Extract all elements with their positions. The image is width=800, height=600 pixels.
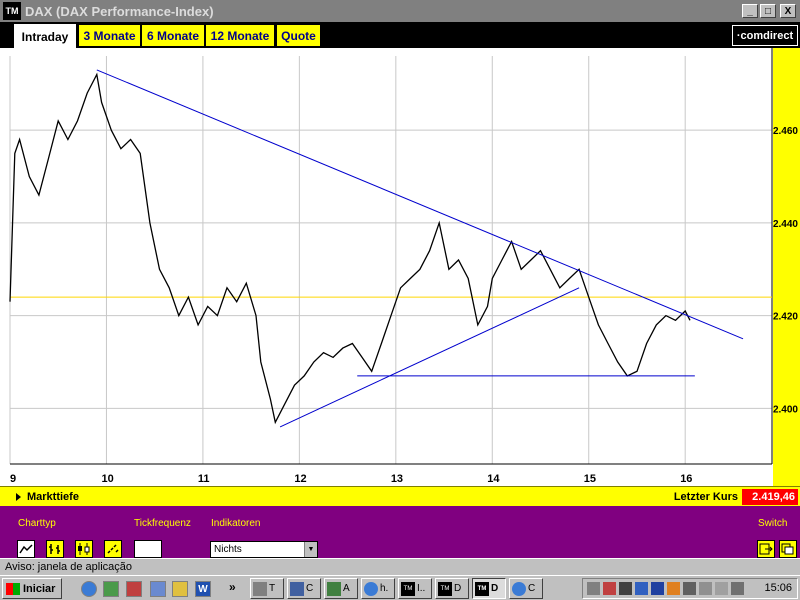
tray-app-icon-3[interactable]	[667, 582, 680, 595]
ohlc-chart-button[interactable]	[46, 540, 64, 558]
x-tick-label: 16	[680, 473, 692, 485]
explorer-icon[interactable]	[150, 581, 166, 597]
ie-icon	[512, 581, 526, 596]
x-tick-label: 9	[10, 473, 16, 485]
tab-bar: Intraday 3 Monate 6 Monate 12 Monate Quo…	[0, 22, 800, 48]
app-icon	[290, 581, 304, 596]
price-line	[9, 72, 691, 425]
outlook-icon[interactable]	[126, 581, 142, 597]
y-tick-label: 2.440	[773, 219, 798, 230]
task-button-1[interactable]: T	[250, 578, 284, 599]
x-tick-label: 15	[584, 473, 596, 485]
y-tick-label: 2.460	[773, 126, 798, 137]
expand-arrow-icon[interactable]	[16, 492, 21, 501]
y-tick-label: 2.420	[773, 312, 798, 323]
chevron-down-icon[interactable]: ▼	[304, 542, 317, 557]
word-icon[interactable]: W	[195, 581, 211, 597]
tickfrequenz-label: Tickfrequenz	[134, 518, 191, 529]
antivirus-icon[interactable]	[603, 582, 616, 595]
start-button[interactable]: Iniciar	[2, 578, 62, 599]
app-logo-icon: TM	[3, 2, 21, 20]
x-tick-label: 11	[198, 473, 210, 485]
tray-app-icon-5[interactable]	[731, 582, 744, 595]
maximize-button[interactable]: □	[760, 4, 776, 18]
switch-button-1[interactable]	[757, 540, 775, 558]
folder-icon[interactable]	[172, 581, 188, 597]
task-button-7[interactable]: TM D	[472, 578, 506, 599]
taskbar: Iniciar W » T C A h. TM I.. TM D TM D C 15:…	[0, 575, 800, 600]
task-button-3[interactable]: A	[324, 578, 358, 599]
task-button-4[interactable]: h.	[361, 578, 395, 599]
y-axis-strip	[773, 48, 800, 486]
tm-icon: TM	[475, 581, 489, 596]
ie-icon	[364, 581, 378, 596]
comdirect-logo: ·comdirect	[732, 25, 798, 46]
tab-12-monate[interactable]: 12 Monate	[206, 25, 274, 46]
tab-intraday[interactable]: Intraday	[14, 24, 76, 48]
intraday-chart: 9 10 11 12 13 14 15 16 2.400 2.420 2.440 2.460	[0, 48, 800, 486]
indikatoren-label: Indikatoren	[211, 518, 261, 529]
tray-app-icon-2[interactable]	[635, 582, 648, 595]
tool-icon	[253, 581, 267, 596]
tm-icon: TM	[401, 581, 415, 596]
x-axis-strip	[0, 466, 773, 486]
task-button-2[interactable]: C	[287, 578, 321, 599]
charttyp-label: Charttyp	[18, 518, 56, 529]
indikatoren-value: Nichts	[214, 544, 242, 555]
candlestick-chart-button[interactable]	[75, 540, 93, 558]
x-tick-label: 10	[101, 473, 113, 485]
close-button[interactable]: X	[780, 4, 796, 18]
tray-app-icon[interactable]	[619, 582, 632, 595]
app-icon	[327, 581, 341, 596]
windows-logo-icon	[6, 582, 20, 595]
window-title: DAX (DAX Performance-Index)	[25, 3, 214, 19]
task-button-5[interactable]: TM I..	[398, 578, 432, 599]
control-panel: Charttyp Tickfrequenz Indikatoren Nichts…	[0, 506, 800, 558]
x-tick-label: 14	[487, 473, 500, 485]
tickfrequenz-input[interactable]	[134, 540, 162, 558]
desktop-icon[interactable]	[103, 581, 119, 597]
letzter-kurs-label: Letzter Kurs	[673, 490, 738, 503]
switch-button-2[interactable]	[779, 540, 797, 558]
line-chart-button[interactable]	[17, 540, 35, 558]
info-bar: Markttiefe Letzter Kurs 2.419,46	[0, 486, 800, 506]
ie-icon[interactable]	[81, 581, 97, 597]
trendline	[279, 287, 580, 428]
network-icon[interactable]	[587, 582, 600, 595]
switch-label: Switch	[758, 518, 788, 529]
indikatoren-select[interactable]: Nichts ▼	[210, 541, 318, 558]
printer-icon[interactable]	[683, 582, 696, 595]
chart-svg: 9 10 11 12 13 14 15 16 2.400 2.420 2.440 2.460	[0, 48, 800, 486]
status-bar: Aviso: janela de aplicação	[0, 558, 800, 575]
tab-3-monate[interactable]: 3 Monate	[79, 25, 140, 46]
system-tray: 15:06	[582, 578, 798, 599]
netscape-icon[interactable]	[651, 582, 664, 595]
title-bar: TM DAX (DAX Performance-Index) _ □ X	[0, 0, 800, 22]
markttiefe-label[interactable]: Markttiefe	[27, 491, 674, 503]
trendline	[96, 69, 744, 340]
letzter-kurs-value: 2.419,46	[742, 488, 798, 505]
point-chart-button[interactable]	[104, 540, 122, 558]
more-quicklaunch-icon[interactable]: »	[229, 580, 236, 594]
tab-quote[interactable]: Quote	[277, 25, 320, 46]
tm-icon: TM	[438, 581, 452, 596]
clock: 15:06	[764, 582, 792, 594]
x-tick-label: 12	[294, 473, 306, 485]
y-tick-label: 2.400	[773, 404, 798, 415]
task-button-6[interactable]: TM D	[435, 578, 469, 599]
tab-6-monate[interactable]: 6 Monate	[142, 25, 204, 46]
speaker-icon[interactable]	[715, 582, 728, 595]
minimize-button[interactable]: _	[742, 4, 758, 18]
start-label: Iniciar	[23, 582, 56, 595]
x-tick-label: 13	[391, 473, 403, 485]
tray-app-icon-4[interactable]	[699, 582, 712, 595]
task-button-8[interactable]: C	[509, 578, 543, 599]
